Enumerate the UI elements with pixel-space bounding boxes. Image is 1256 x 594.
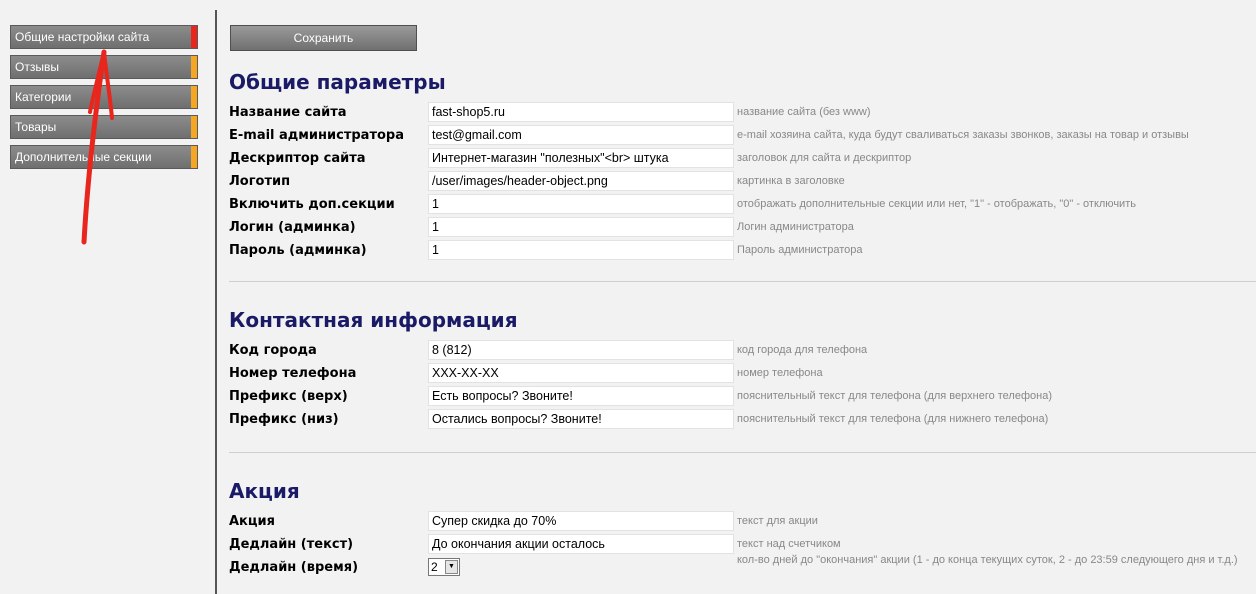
item-indicator: [191, 56, 197, 78]
phone-number-input[interactable]: XXX-XX-XX: [428, 363, 734, 383]
item-indicator: [191, 146, 197, 168]
sidebar-item-label: Категории: [15, 90, 72, 104]
setting-label: Код города: [229, 343, 317, 358]
setting-row: Акция Супер скидка до 70% текст для акци…: [217, 511, 1256, 533]
sidebar-item-label: Общие настройки сайта: [15, 30, 150, 44]
logo-path-input[interactable]: /user/images/header-object.png: [428, 171, 734, 191]
setting-row: Логотип /user/images/header-object.png к…: [217, 171, 1256, 193]
setting-row: Код города 8 (812) код города для телефо…: [217, 340, 1256, 362]
section-title-contacts: Контактная информация: [229, 308, 518, 332]
setting-hint: отображать дополнительные секции или нет…: [737, 198, 1136, 210]
setting-hint: пояснительный текст для телефона (для ве…: [737, 390, 1052, 402]
item-indicator: [191, 116, 197, 138]
setting-label: Номер телефона: [229, 366, 357, 381]
item-indicator: [191, 86, 197, 108]
setting-row: Логин (админка) 1 Логин администратора: [217, 217, 1256, 239]
section-title-promo: Акция: [229, 479, 300, 503]
promo-text-input[interactable]: Супер скидка до 70%: [428, 511, 734, 531]
deadline-text-input[interactable]: До окончания акции осталось: [428, 534, 734, 554]
setting-hint: Пароль администратора: [737, 244, 863, 256]
setting-hint: Логин администратора: [737, 221, 854, 233]
setting-label: Дедлайн (время): [229, 560, 359, 575]
setting-label: Логотип: [229, 174, 291, 189]
setting-label: Дедлайн (текст): [229, 537, 354, 552]
setting-label: Акция: [229, 514, 275, 529]
section-divider: [229, 281, 1256, 282]
setting-label: Логин (админка): [229, 220, 356, 235]
setting-label: E-mail администратора: [229, 128, 404, 143]
setting-row: Дескриптор сайта Интернет-магазин "полез…: [217, 148, 1256, 170]
setting-row: Номер телефона XXX-XX-XX номер телефона: [217, 363, 1256, 385]
setting-row: Префикс (низ) Остались вопросы? Звоните!…: [217, 409, 1256, 431]
sidebar-nav: Общие настройки сайта Отзывы Категории Т…: [0, 0, 215, 594]
setting-hint: номер телефона: [737, 367, 823, 379]
setting-hint: код города для телефона: [737, 344, 868, 356]
setting-row: E-mail администратора test@gmail.com e-m…: [217, 125, 1256, 147]
admin-email-input[interactable]: test@gmail.com: [428, 125, 734, 145]
settings-panel: Сохранить Общие параметры Название сайта…: [217, 0, 1256, 594]
admin-password-input[interactable]: 1: [428, 240, 734, 260]
setting-label: Включить доп.секции: [229, 197, 395, 212]
setting-row: Дедлайн (время) 2 ▼ кол-во дней до "окон…: [217, 554, 1256, 579]
setting-hint: кол-во дней до "окончания" акции (1 - до…: [737, 554, 1238, 566]
setting-row: Пароль (админка) 1 Пароль администратора: [217, 240, 1256, 262]
sidebar-item-general-settings[interactable]: Общие настройки сайта: [10, 25, 198, 49]
sidebar-item-label: Товары: [15, 120, 57, 134]
sidebar-item-products[interactable]: Товары: [10, 115, 198, 139]
setting-label: Префикс (низ): [229, 412, 339, 427]
setting-hint: картинка в заголовке: [737, 175, 845, 187]
setting-label: Дескриптор сайта: [229, 151, 366, 166]
setting-hint: пояснительный текст для телефона (для ни…: [737, 413, 1049, 425]
deadline-days-select[interactable]: 2 ▼: [428, 558, 460, 576]
setting-hint: название сайта (без www): [737, 106, 871, 118]
section-divider: [229, 452, 1256, 453]
dropdown-arrow-icon[interactable]: ▼: [445, 560, 458, 574]
site-descriptor-input[interactable]: Интернет-магазин "полезных"<br> штука: [428, 148, 734, 168]
select-value: 2: [431, 560, 438, 574]
setting-hint: текст над счетчиком: [737, 538, 841, 550]
setting-row: Префикс (верх) Есть вопросы? Звоните! по…: [217, 386, 1256, 408]
city-code-input[interactable]: 8 (812): [428, 340, 734, 360]
setting-row: Название сайта fast-shop5.ru название са…: [217, 102, 1256, 124]
active-indicator: [191, 26, 197, 48]
setting-label: Префикс (верх): [229, 389, 348, 404]
setting-row: Дедлайн (текст) До окончания акции остал…: [217, 534, 1256, 556]
setting-hint: заголовок для сайта и дескриптор: [737, 152, 912, 164]
setting-hint: e-mail хозяина сайта, куда будут свалива…: [737, 129, 1189, 141]
sidebar-item-label: Отзывы: [15, 60, 59, 74]
save-button[interactable]: Сохранить: [230, 25, 417, 51]
sidebar-item-reviews[interactable]: Отзывы: [10, 55, 198, 79]
admin-login-input[interactable]: 1: [428, 217, 734, 237]
setting-hint: текст для акции: [737, 515, 818, 527]
setting-label: Пароль (админка): [229, 243, 367, 258]
sidebar-item-label: Дополнительные секции: [15, 150, 152, 164]
extra-sections-input[interactable]: 1: [428, 194, 734, 214]
sidebar-item-categories[interactable]: Категории: [10, 85, 198, 109]
section-title-general: Общие параметры: [229, 70, 446, 94]
prefix-top-input[interactable]: Есть вопросы? Звоните!: [428, 386, 734, 406]
setting-row: Включить доп.секции 1 отображать дополни…: [217, 194, 1256, 216]
sidebar-item-extra-sections[interactable]: Дополнительные секции: [10, 145, 198, 169]
site-name-input[interactable]: fast-shop5.ru: [428, 102, 734, 122]
setting-label: Название сайта: [229, 105, 347, 120]
prefix-bottom-input[interactable]: Остались вопросы? Звоните!: [428, 409, 734, 429]
